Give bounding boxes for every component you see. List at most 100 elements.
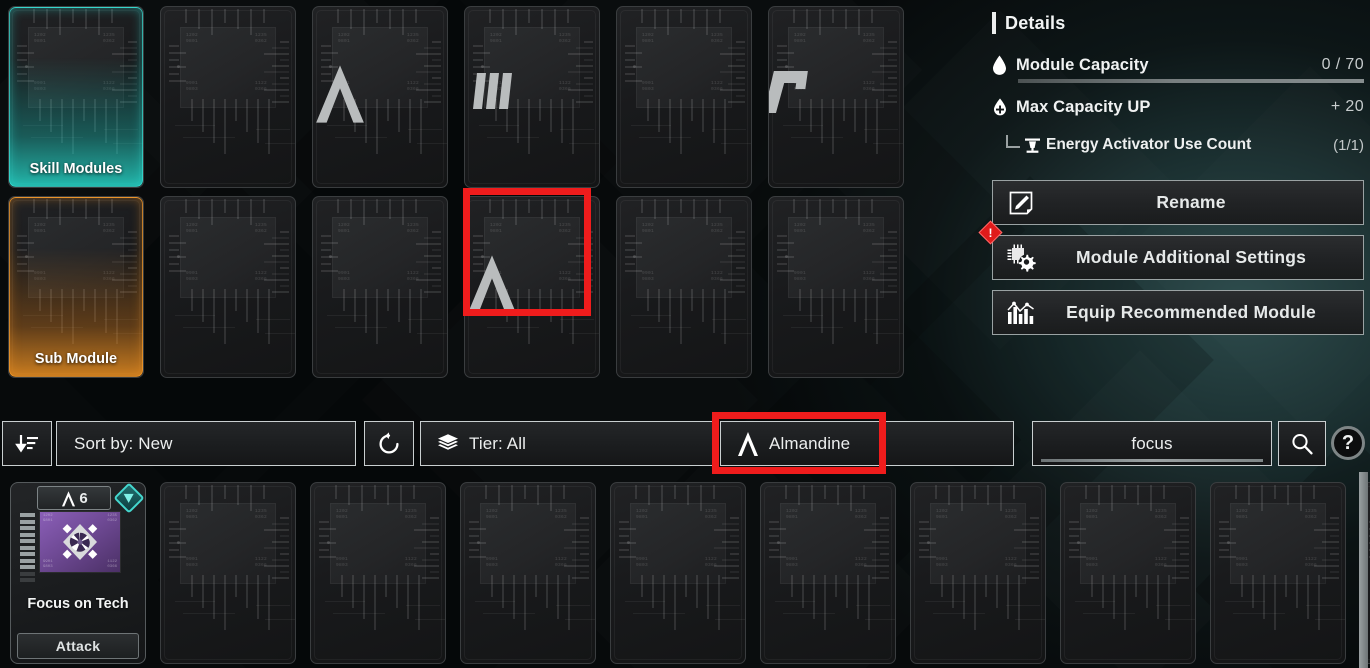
chip-trace	[350, 9, 352, 29]
chip-trace	[720, 89, 745, 91]
chip-trace	[396, 575, 398, 608]
rename-button[interactable]: Rename	[992, 180, 1364, 225]
chip-trace	[387, 99, 389, 121]
chip-micro-text: 11220366	[1304, 557, 1317, 568]
chip-trace	[416, 53, 441, 55]
equipment-slot[interactable]: 1202 9801 1235 0362 9901 9803 1122 0366	[160, 6, 296, 188]
chip-micro-text: 12029801	[336, 509, 349, 520]
stat-bar-segment	[20, 545, 35, 550]
chip-trace	[872, 243, 897, 245]
recommend-chart-icon	[993, 299, 1049, 327]
search-button[interactable]	[1278, 421, 1326, 466]
chip-trace	[625, 242, 642, 244]
chip-trace	[1252, 575, 1254, 608]
chip-trace	[658, 289, 660, 322]
equipment-slot[interactable]: 1202 9801 1235 0362 9901 9803 1122 0366	[616, 196, 752, 378]
category-tab-skill-modules[interactable]: Skill Modules	[9, 7, 143, 187]
element-filter-dropdown[interactable]: Almandine	[720, 421, 1014, 466]
tier-filter-dropdown[interactable]: Tier: All	[420, 421, 714, 466]
equipped-slot-grid: 12029801 12350362 99019803 11220366 Skill Mo…	[8, 2, 988, 380]
chip-trace	[880, 273, 897, 275]
chip-trace	[416, 279, 441, 281]
equipment-slot[interactable]: 1202 9801 1235 0362 9901 9803 1122 0366	[768, 6, 904, 188]
chip-trace	[572, 289, 574, 344]
module-card-focus-on-tech[interactable]: 12029801 12350362 99019803 11220366	[10, 482, 146, 664]
chip-trace	[537, 485, 539, 505]
module-slot-empty[interactable]: 12029801 12350362 99019803 11220366	[310, 482, 446, 664]
equipment-slot[interactable]: 1202 9801 1235 0362 9901 9803 1122 0366	[464, 196, 600, 378]
chip-trace	[865, 619, 895, 620]
chip-micro-text: 11220366	[1154, 557, 1167, 568]
chip-trace	[777, 242, 794, 244]
module-additional-settings-button[interactable]: ! Module Additional Settings	[978, 220, 1364, 280]
module-slot-empty[interactable]: 12029801 12350362 99019803 11220366	[160, 482, 296, 664]
scrollbar-thumb[interactable]	[1359, 472, 1368, 668]
chip-trace	[265, 143, 295, 144]
chip-trace	[424, 273, 441, 275]
inventory-scrollbar[interactable]	[1359, 472, 1368, 668]
chip-trace	[264, 53, 289, 55]
sort-descending-icon	[15, 433, 39, 455]
chip-trace	[321, 59, 331, 61]
chip-trace	[880, 517, 889, 519]
chip-trace	[535, 575, 537, 597]
chip-trace	[1150, 485, 1152, 511]
chip-trace	[712, 319, 746, 320]
chip-trace	[584, 285, 593, 287]
help-button[interactable]: ?	[1331, 426, 1365, 460]
module-slot-empty[interactable]: 12029801 12350362 99019803 11220366	[610, 482, 746, 664]
category-tab[interactable]: 12029801123503629901980311220366Skill Mo…	[8, 6, 144, 188]
chip-trace	[473, 235, 483, 237]
chip-trace	[169, 528, 186, 530]
category-tab[interactable]: 12029801123503629901980311220366Sub Modu…	[8, 196, 144, 378]
chip-indicator-dot	[177, 65, 180, 68]
chip-trace	[272, 291, 289, 293]
sub-stat-label: Energy Activator Use Count	[1046, 136, 1252, 153]
chip-trace	[1015, 619, 1045, 620]
chip-trace	[430, 535, 439, 537]
equipment-slot[interactable]: 1202 9801 1235 0362 9901 9803 1122 0366	[616, 6, 752, 188]
chip-trace	[564, 547, 589, 549]
chip-trace	[479, 125, 519, 126]
module-slot-empty[interactable]: 12029801 12350362 99019803 11220366	[460, 482, 596, 664]
chip-trace	[169, 52, 186, 54]
chip-trace	[1014, 529, 1039, 531]
chip-trace	[714, 529, 739, 531]
chip-trace	[408, 129, 442, 130]
module-type-label: Attack	[55, 638, 101, 654]
module-slot-empty[interactable]: 12029801 12350362 99019803 11220366	[1060, 482, 1196, 664]
chip-trace	[658, 99, 660, 132]
sort-direction-button[interactable]	[2, 421, 52, 466]
chip-trace	[169, 270, 186, 272]
chip-trace	[736, 285, 745, 287]
module-slot-empty[interactable]: 12029801 12350362 99019803 11220366	[910, 482, 1046, 664]
chip-trace	[706, 605, 740, 606]
equipment-slot[interactable]: 1202 9801 1235 0362 9901 9803 1122 0366	[312, 196, 448, 378]
chip-trace	[280, 59, 289, 61]
module-slot-empty[interactable]: 12029801 12350362 99019803 11220366	[1210, 482, 1346, 664]
chip-trace	[728, 255, 745, 257]
equipment-slot[interactable]: 1202 9801 1235 0362 9901 9803 1122 0366	[768, 196, 904, 378]
chip-trace	[321, 263, 331, 265]
chip-trace	[722, 559, 739, 561]
chip-trace	[1219, 521, 1229, 523]
search-input[interactable]: focus	[1032, 421, 1272, 466]
chip-trace	[667, 9, 669, 35]
chip-trace	[633, 613, 685, 614]
chip-trace	[541, 199, 543, 219]
reset-filters-button[interactable]	[364, 421, 414, 466]
chip-trace	[1083, 613, 1135, 614]
equip-recommended-module-button[interactable]: Equip Recommended Module	[992, 290, 1364, 335]
artwork-micro-text: 1122 0366	[107, 559, 117, 569]
category-tab-sub-module[interactable]: Sub Module	[9, 197, 143, 377]
module-slot-empty[interactable]: 12029801 12350362 99019803 11220366	[760, 482, 896, 664]
chip-trace	[235, 99, 237, 121]
chip-trace	[389, 9, 391, 29]
chip-micro-text: 12029801	[186, 509, 199, 520]
equipment-slot[interactable]: 1202 9801 1235 0362 9901 9803 1122 0366	[160, 196, 296, 378]
equipment-slot[interactable]: 1202 9801 1235 0362 9901 9803 1122 0366	[312, 6, 448, 188]
sort-by-dropdown[interactable]: Sort by: New	[56, 421, 356, 466]
chip-trace	[473, 80, 490, 82]
equipment-slot[interactable]: 1202 9801 1235 0362 9901 9803 1122 0366	[464, 6, 600, 188]
chip-indicator-dot	[1227, 541, 1230, 544]
